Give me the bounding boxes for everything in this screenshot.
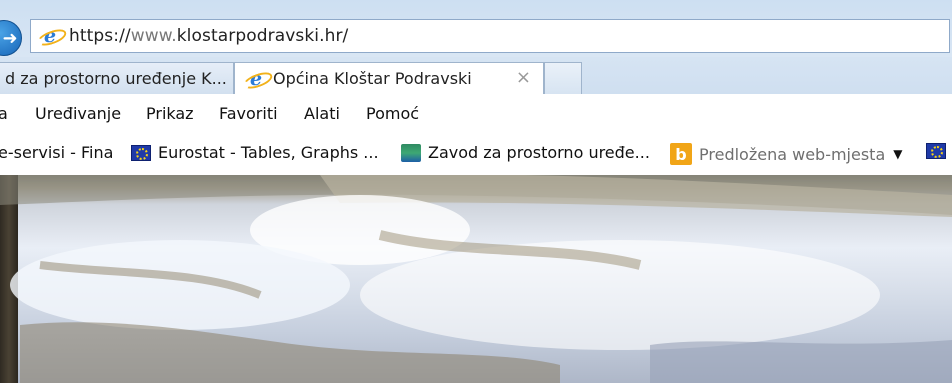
page-content-photo	[0, 175, 952, 383]
favorite-label: Predložena web-mjesta	[699, 144, 886, 164]
snow-field-image	[0, 175, 952, 383]
back-button[interactable]: ➜	[0, 20, 22, 56]
back-arrow-icon: ➜	[2, 27, 18, 49]
eu-flag-icon	[926, 143, 946, 159]
favorite-label: Eurostat - Tables, Graphs ...	[158, 143, 379, 162]
tab-label: d za prostorno uređenje K...	[5, 69, 227, 88]
ie-page-icon: e	[245, 68, 267, 90]
menu-tools[interactable]: Alati	[304, 104, 340, 123]
favorite-fina[interactable]: e-servisi - Fina	[0, 143, 113, 162]
tab-zavod[interactable]: d za prostorno uređenje K...	[0, 62, 234, 94]
menu-help[interactable]: Pomoć	[366, 104, 419, 123]
address-row: ➜ e https://www.klostarpodravski.hr/	[0, 0, 952, 57]
menu-view[interactable]: Prikaz	[146, 104, 194, 123]
ie-logo-icon: e	[39, 25, 61, 47]
bing-icon: b	[670, 143, 692, 165]
menu-file[interactable]: a	[0, 104, 8, 123]
favorite-label: Zavod za prostorno uređe...	[428, 143, 650, 162]
menu-bar: a Uređivanje Prikaz Favoriti Alati Pomoć	[0, 94, 952, 132]
new-tab-button[interactable]	[544, 62, 582, 94]
url-text: https://www.klostarpodravski.hr/	[69, 26, 349, 46]
dropdown-caret-icon[interactable]: ▼	[893, 147, 902, 161]
tab-strip: d za prostorno uređenje K... e Općina Kl…	[0, 57, 952, 94]
eu-flag-icon	[131, 144, 151, 161]
favorite-eurostat[interactable]: Eurostat - Tables, Graphs ...	[131, 143, 379, 162]
menu-edit[interactable]: Uređivanje	[35, 104, 121, 123]
favorite-eu-overflow[interactable]	[926, 143, 952, 159]
favorites-bar: e-servisi - Fina Eurostat - Tables, Grap…	[0, 132, 952, 175]
favorite-label: e-servisi - Fina	[0, 143, 114, 162]
tab-label: Općina Kloštar Podravski	[273, 69, 472, 88]
menu-favorites[interactable]: Favoriti	[219, 104, 278, 123]
address-bar[interactable]: e https://www.klostarpodravski.hr/	[30, 19, 950, 53]
favorite-zavod[interactable]: Zavod za prostorno uređe...	[401, 143, 650, 162]
zavod-icon	[401, 143, 421, 162]
favorite-suggested-sites[interactable]: b Predložena web-mjesta ▼	[670, 143, 902, 165]
browser-chrome: ➜ e https://www.klostarpodravski.hr/ d z…	[0, 0, 952, 175]
tab-opcina[interactable]: e Općina Kloštar Podravski ×	[234, 62, 544, 94]
close-tab-icon[interactable]: ×	[516, 67, 531, 88]
